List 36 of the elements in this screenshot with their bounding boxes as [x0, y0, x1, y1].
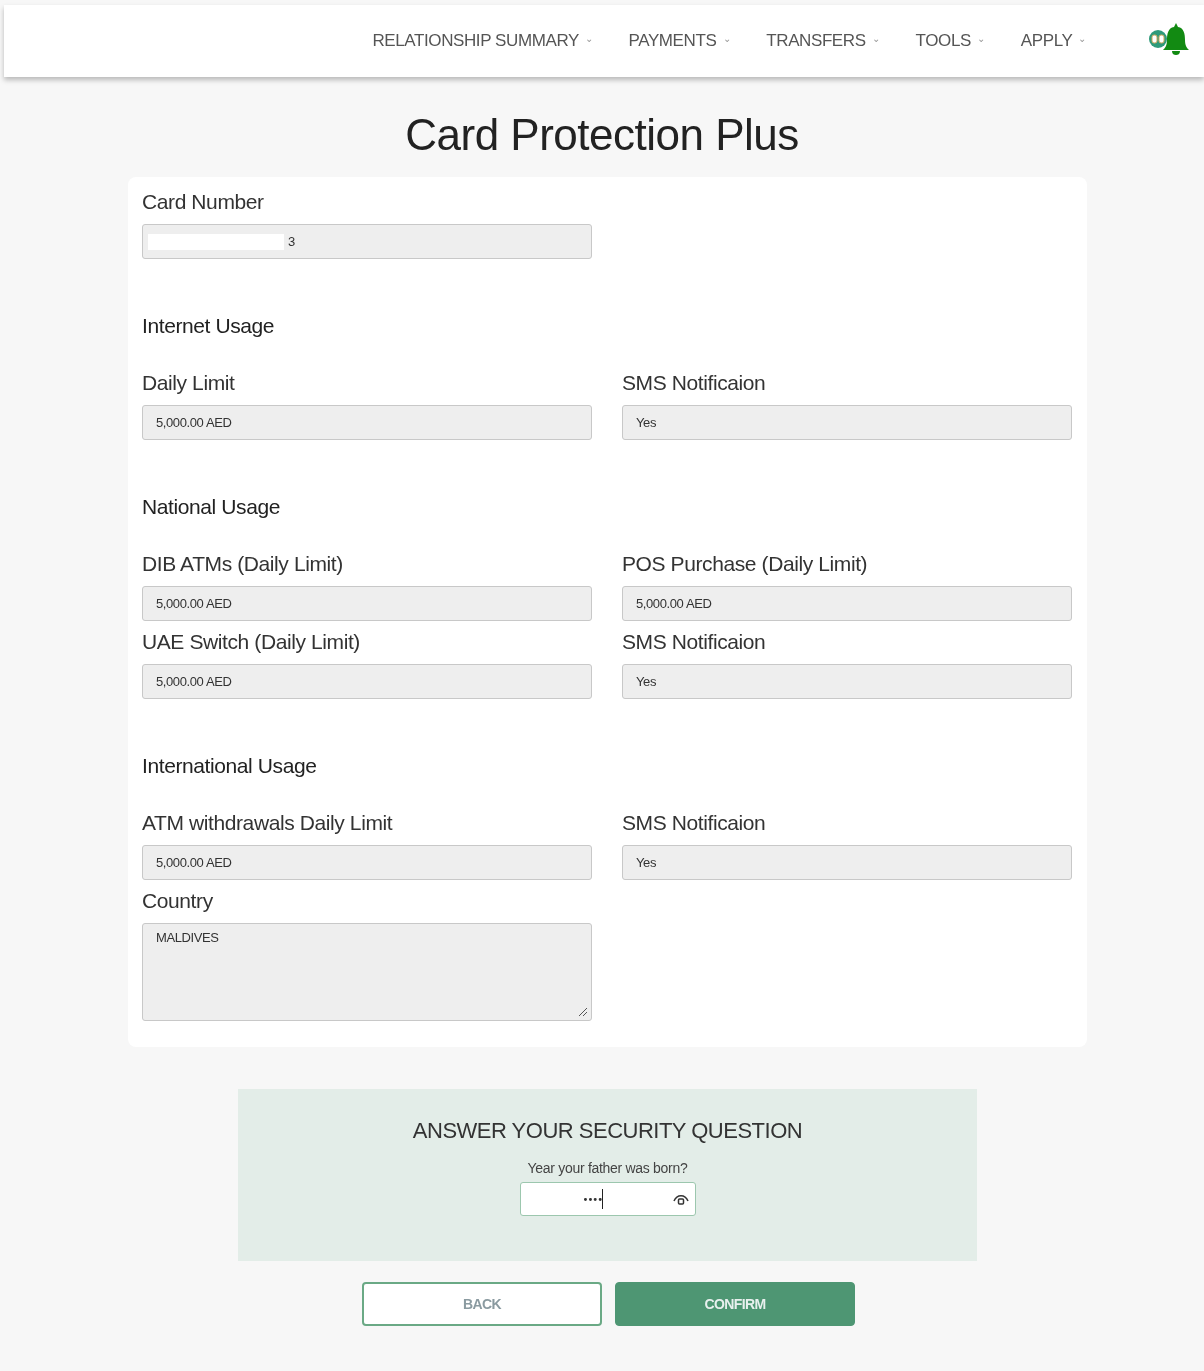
field-label: Card Number	[142, 189, 265, 214]
resize-grip-icon[interactable]	[578, 1007, 588, 1017]
security-heading: ANSWER YOUR SECURITY QUESTION	[412, 1118, 803, 1144]
nav-menu-item[interactable]: PAYMENTS $^{⌄}$	[628, 31, 731, 51]
field-label: SMS Notificaion	[622, 629, 767, 654]
input-field[interactable]: 5,000.00 AED	[142, 405, 592, 440]
nav-menu-item[interactable]: APPLY $^{⌄}$	[1020, 31, 1086, 51]
input-field[interactable]: Yes	[622, 405, 1072, 440]
input-field[interactable]: 5,000.00 AED	[622, 586, 1072, 621]
field-label: POS Purchase (Daily Limit)	[622, 551, 869, 576]
badge-icon[interactable]	[1148, 29, 1168, 49]
field-label: Daily Limit	[142, 370, 236, 395]
input-field[interactable]: 5,000.00 AED	[142, 664, 592, 699]
field-label: DIB ATMs (Daily Limit)	[142, 551, 344, 576]
bell-icon[interactable]	[1162, 22, 1190, 56]
section-heading: Internet Usage	[142, 313, 276, 338]
country-text-area[interactable]: MALDIVES	[142, 923, 592, 1021]
section-heading: International Usage	[142, 753, 318, 778]
input-field[interactable]: 5,000.00 AED	[142, 845, 592, 880]
nav-menu-item[interactable]: TRANSFERS $^{⌄}$	[766, 31, 880, 51]
field-label: Country	[142, 888, 214, 913]
field-label: ATM withdrawals Daily Limit	[142, 810, 394, 835]
input-field[interactable]: Yes	[622, 845, 1072, 880]
password-field[interactable]: ••••	[519, 1182, 696, 1216]
nav-menu-item[interactable]: RELATIONSHIP SUMMARY $^{⌄}$	[372, 31, 593, 51]
input-field[interactable]: 5,000.00 AED	[142, 586, 592, 621]
show-password-icon[interactable]	[672, 1193, 689, 1205]
page-title: Card Protection Plus	[404, 109, 800, 161]
field-label: SMS Notificaion	[622, 370, 767, 395]
section-heading: National Usage	[142, 494, 281, 519]
input-field[interactable]: Yes	[622, 664, 1072, 699]
field-label: SMS Notificaion	[622, 810, 767, 835]
field-label: UAE Switch (Daily Limit)	[142, 629, 361, 654]
card-number-field[interactable]: 3	[142, 224, 592, 259]
nav-menu-item[interactable]: TOOLS $^{⌄}$	[915, 31, 985, 51]
security-question: Year your father was born?	[527, 1160, 688, 1176]
